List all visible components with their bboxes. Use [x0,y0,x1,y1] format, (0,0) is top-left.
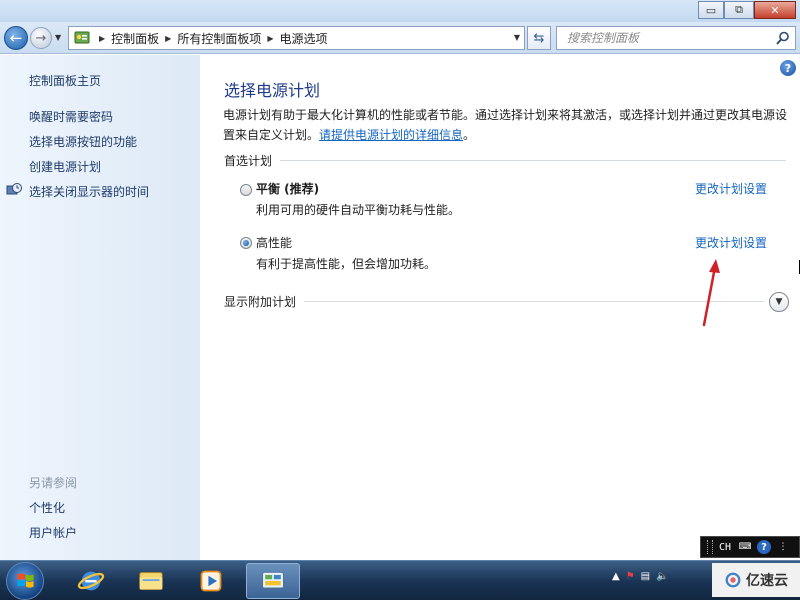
high-performance-plan-name[interactable]: 高性能 [256,234,292,251]
volume-icon[interactable]: 🔈 [656,571,668,582]
chevron-down-icon: ▼ [775,297,783,307]
drag-handle[interactable] [707,540,713,554]
language-bar: CH ⌨ ? ⋮ [700,536,800,558]
sidebar-item-home[interactable]: 控制面板主页 [29,72,101,89]
internet-explorer-icon [77,571,105,591]
plan-details-link[interactable]: 请提供电源计划的详细信息 [319,128,463,142]
breadcrumb-item[interactable]: 所有控制面板项 [177,30,261,47]
high-performance-change-settings-link[interactable]: 更改计划设置 [695,234,767,251]
window-controls: ▭ ⧉ ✕ [698,1,796,19]
start-button[interactable] [6,562,44,600]
input-language[interactable]: CH [719,542,731,553]
sidebar-item-user-accounts[interactable]: 用户帐户 [29,524,77,541]
action-center-icon[interactable]: ⚑ [626,571,635,582]
recent-pages-dropdown-icon[interactable]: ▼ [55,33,61,42]
balanced-change-settings-link[interactable]: 更改计划设置 [695,180,767,197]
back-arrow-icon: ← [9,29,23,47]
media-player-icon [200,570,222,592]
refresh-icon: ⇆ [533,30,545,46]
chevron-down-icon[interactable]: ▼ [514,33,520,42]
preferred-plans-group: 首选计划 [224,153,787,168]
network-icon[interactable]: ▤ [641,571,650,582]
divider [280,159,787,161]
minimize-button[interactable]: ▭ [698,1,724,19]
sidebar-item-personalization[interactable]: 个性化 [29,499,65,516]
cloud-logo-icon [725,572,741,588]
control-panel-taskbar-button[interactable] [246,563,300,599]
search-box [556,26,796,50]
watermark-logo: 亿速云 [712,563,800,597]
system-tray: ▲ ⚑ ▤ 🔈 [612,571,669,582]
windows-logo-icon [17,573,34,588]
high-performance-plan-description: 有利于提高性能，但会增加功耗。 [256,257,437,271]
keyboard-icon[interactable]: ⌨ [737,540,753,554]
balanced-plan-radio[interactable] [240,184,252,196]
help-icon[interactable]: ? [757,540,772,554]
help-icon[interactable]: ? [780,60,796,76]
breadcrumb-item[interactable]: 控制面板 [111,30,159,47]
preferred-plans-label: 首选计划 [224,153,273,168]
intro-body: 电源计划有助于最大化计算机的性能或者节能。通过选择计划来将其激活，或选择计划并通… [223,108,788,142]
control-panel-icon [74,31,90,44]
control-panel-icon [262,571,284,589]
additional-plans-group: 显示附加计划 [224,293,765,310]
file-explorer-button[interactable] [124,563,178,599]
breadcrumb-item[interactable]: 电源选项 [280,30,328,47]
sidebar-item-wake-password[interactable]: 唤醒时需要密码 [29,108,113,125]
sidebar-item-create-plan[interactable]: 创建电源计划 [29,158,101,175]
back-button[interactable]: ← [4,26,28,50]
clock-monitor-icon [6,183,22,195]
high-performance-plan-radio[interactable] [240,237,252,249]
breadcrumb[interactable]: ▶ 控制面板 ▶ 所有控制面板项 ▶ 电源选项 ▼ [68,26,525,50]
expand-additional-plans-button[interactable]: ▼ [769,292,789,312]
sidebar-item-power-buttons[interactable]: 选择电源按钮的功能 [29,133,137,150]
sidebar: 控制面板主页 唤醒时需要密码 选择电源按钮的功能 创建电源计划 选择关闭显示器的… [0,55,200,560]
see-also-heading: 另请参阅 [29,476,78,490]
search-icon[interactable] [775,30,791,46]
chevron-right-icon: ▶ [99,33,106,43]
balanced-plan-description: 利用可用的硬件自动平衡功耗与性能。 [256,203,461,217]
options-icon[interactable]: ⋮ [775,540,791,554]
maximize-button[interactable]: ⧉ [724,1,754,19]
title-bar: ▭ ⧉ ✕ [0,0,800,22]
main-content: ? 选择电源计划 电源计划有助于最大化计算机的性能或者节能。通过选择计划来将其激… [200,55,800,560]
forward-button[interactable]: → [30,27,52,49]
intro-period: 。 [463,128,476,142]
additional-plans-label[interactable]: 显示附加计划 [224,293,304,310]
taskbar: ▲ ⚑ ▤ 🔈 [0,560,800,600]
show-hidden-icons-icon[interactable]: ▲ [612,571,620,582]
address-bar: ← → ▼ ▶ 控制面板 ▶ 所有控制面板项 ▶ 电源选项 ▼ ⇆ [0,22,800,54]
balanced-plan-name[interactable]: 平衡 (推荐) [256,180,319,197]
forward-arrow-icon: → [35,30,47,46]
search-input[interactable] [567,31,767,45]
internet-explorer-button[interactable] [64,563,118,599]
page-title: 选择电源计划 [224,81,321,100]
intro-text: 电源计划有助于最大化计算机的性能或者节能。通过选择计划来将其激活，或选择计划并通… [223,105,793,145]
chevron-right-icon: ▶ [165,33,172,43]
close-button[interactable]: ✕ [754,1,796,19]
sidebar-item-display-off[interactable]: 选择关闭显示器的时间 [29,183,149,200]
watermark-text: 亿速云 [746,573,788,589]
media-player-button[interactable] [184,563,238,599]
chevron-right-icon: ▶ [267,33,274,43]
folder-icon [139,572,163,590]
red-arrow-annotation [702,259,720,327]
refresh-button[interactable]: ⇆ [527,26,551,50]
